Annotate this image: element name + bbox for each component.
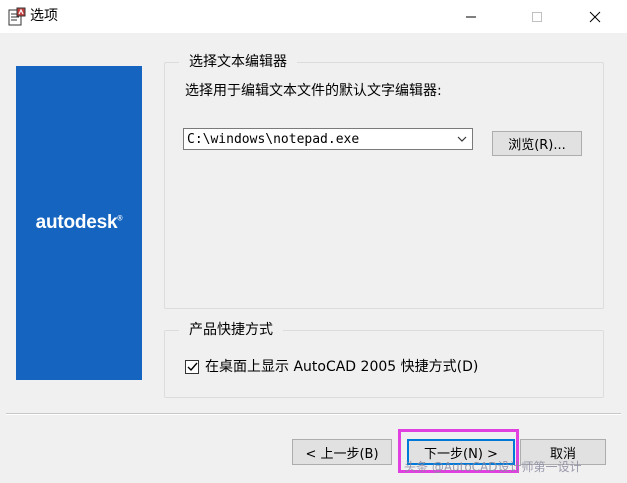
minimize-button[interactable]: [448, 0, 494, 33]
watermark: 头条 @AutoCAD设计师第一设计: [404, 460, 582, 474]
editor-description: 选择用于编辑文本文件的默认文字编辑器:: [185, 83, 442, 99]
options-dialog: 选项 autodesk® 选择文本编辑器 选择用于编辑文本文件的默认文字编辑器:…: [0, 0, 627, 483]
autodesk-logo: autodesk®: [35, 212, 123, 233]
editor-path-combobox[interactable]: C:\windows\notepad.exe: [183, 128, 473, 150]
app-icon: [7, 7, 27, 27]
window-title: 选项: [30, 8, 58, 24]
text-editor-group-legend: 选择文本编辑器: [179, 53, 297, 71]
autodesk-logo-panel: autodesk®: [16, 66, 142, 380]
title-bar[interactable]: 选项: [0, 0, 627, 33]
browse-button[interactable]: 浏览(R)...: [492, 131, 582, 156]
close-button[interactable]: [572, 0, 618, 33]
shortcut-group-legend: 产品快捷方式: [179, 321, 283, 339]
back-button[interactable]: < 上一步(B): [292, 439, 392, 465]
close-icon: [589, 11, 601, 22]
button-separator: [6, 413, 621, 415]
desktop-shortcut-label[interactable]: 在桌面上显示 AutoCAD 2005 快捷方式(D): [205, 358, 478, 376]
checkmark-icon: [187, 362, 198, 372]
maximize-icon: [532, 11, 542, 22]
editor-path-value[interactable]: C:\windows\notepad.exe: [187, 131, 359, 148]
maximize-button: [514, 0, 560, 33]
desktop-shortcut-checkbox[interactable]: [185, 360, 199, 374]
minimize-icon: [466, 16, 476, 17]
chevron-down-icon[interactable]: [454, 131, 470, 147]
